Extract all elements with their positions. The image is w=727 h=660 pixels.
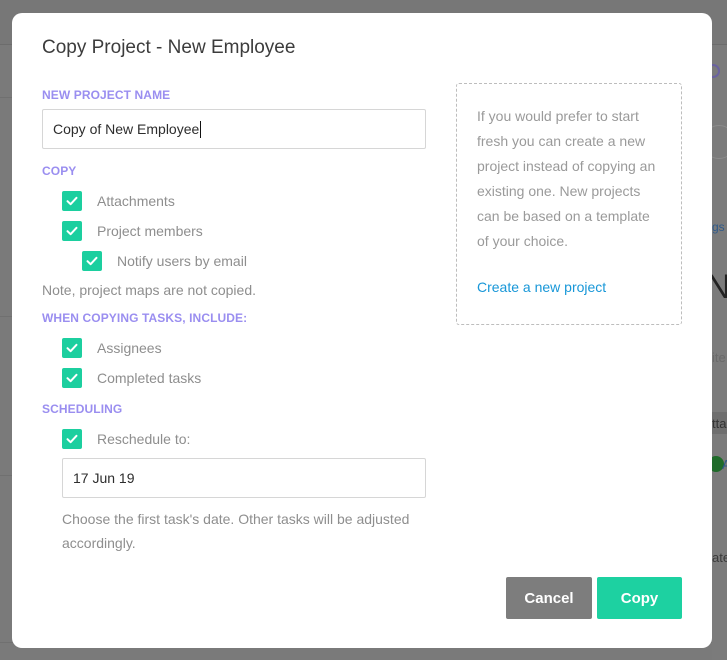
attachments-checkbox[interactable] <box>62 191 82 211</box>
notify-users-checkbox[interactable] <box>82 251 102 271</box>
notify-users-option[interactable]: Notify users by email <box>82 250 247 272</box>
cancel-button[interactable]: Cancel <box>506 577 592 619</box>
background-link-fragment: gs <box>712 220 725 234</box>
attachments-option[interactable]: Attachments <box>62 190 175 212</box>
project-name-value: Copy of New Employee <box>53 121 200 137</box>
reschedule-label: Reschedule to: <box>97 431 191 447</box>
checkmark-icon <box>66 226 78 236</box>
background-text-fragment: ite <box>712 350 726 365</box>
assignees-label: Assignees <box>97 340 162 356</box>
background-text-fragment: tta <box>712 416 727 431</box>
reschedule-help-text: Choose the first task's date. Other task… <box>62 511 410 551</box>
reschedule-date-input[interactable] <box>62 458 426 498</box>
background-link-fragment: A <box>722 457 727 472</box>
checkmark-icon <box>86 256 98 266</box>
assignees-option[interactable]: Assignees <box>62 337 162 359</box>
copy-button[interactable]: Copy <box>597 577 682 619</box>
create-new-project-description: If you would prefer to start fresh you c… <box>477 108 656 249</box>
project-members-checkbox[interactable] <box>62 221 82 241</box>
tasks-section-label: WHEN COPYING TASKS, INCLUDE: <box>42 311 248 325</box>
maps-note: Note, project maps are not copied. <box>42 282 257 298</box>
assignees-checkbox[interactable] <box>62 338 82 358</box>
checkmark-icon <box>66 343 78 353</box>
checkmark-icon <box>66 196 78 206</box>
project-members-label: Project members <box>97 223 203 239</box>
dialog-title: Copy Project - New Employee <box>42 37 296 58</box>
project-members-option[interactable]: Project members <box>62 220 203 242</box>
background-text-fragment: ate <box>712 550 727 565</box>
create-new-project-panel: If you would prefer to start fresh you c… <box>456 83 682 325</box>
completed-tasks-option[interactable]: Completed tasks <box>62 367 201 389</box>
checkmark-icon <box>66 373 78 383</box>
text-caret <box>200 120 202 138</box>
copy-project-dialog: Copy Project - New Employee NEW PROJECT … <box>12 13 712 648</box>
reschedule-checkbox[interactable] <box>62 429 82 449</box>
attachments-label: Attachments <box>97 193 175 209</box>
create-new-project-link[interactable]: Create a new project <box>477 279 606 295</box>
project-name-label: NEW PROJECT NAME <box>42 88 171 102</box>
checkmark-icon <box>66 434 78 444</box>
completed-tasks-checkbox[interactable] <box>62 368 82 388</box>
scheduling-section-label: SCHEDULING <box>42 402 123 416</box>
notify-users-label: Notify users by email <box>117 253 247 269</box>
completed-tasks-label: Completed tasks <box>97 370 202 386</box>
reschedule-option[interactable]: Reschedule to: <box>62 428 190 450</box>
project-name-input[interactable]: Copy of New Employee <box>42 109 426 149</box>
copy-section-label: COPY <box>42 164 77 178</box>
